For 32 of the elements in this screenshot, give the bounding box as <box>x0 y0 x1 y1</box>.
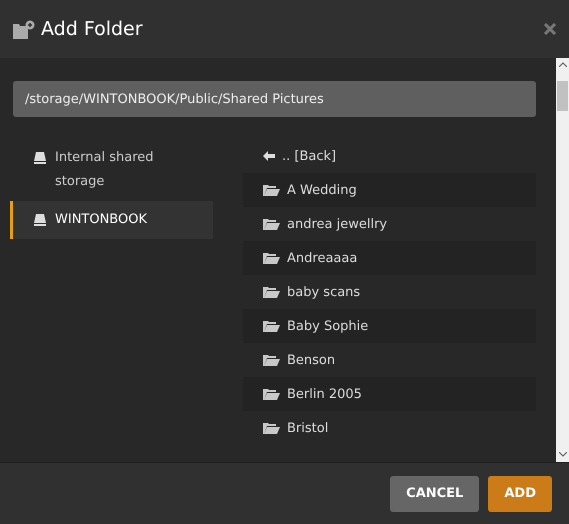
folder-icon <box>263 422 280 434</box>
close-icon <box>544 23 556 35</box>
scroll-thumb[interactable] <box>557 81 568 111</box>
folder-icon <box>263 354 280 366</box>
drive-icon <box>33 213 47 227</box>
location-item[interactable]: Internal shared storage <box>10 139 213 201</box>
drive-icon <box>33 151 47 165</box>
scroll-up-icon <box>558 62 566 67</box>
folder-add-icon <box>13 20 35 38</box>
folder-item[interactable]: Benson <box>243 343 536 377</box>
location-item[interactable]: WINTONBOOK <box>10 201 213 239</box>
folder-item[interactable]: Andreaaaa <box>243 241 536 275</box>
path-field[interactable]: /storage/WINTONBOOK/Public/Shared Pictures <box>13 81 536 117</box>
folder-icon <box>263 320 280 332</box>
folder-item[interactable]: A Wedding <box>243 173 536 207</box>
close-button[interactable] <box>544 23 556 35</box>
window-title: Add Folder <box>41 18 143 40</box>
back-arrow-icon <box>263 151 275 161</box>
folder-item[interactable]: Bristol <box>243 411 536 445</box>
folder-item[interactable]: Baby Sophie <box>243 309 536 343</box>
folder-icon <box>263 218 280 230</box>
back-item[interactable]: .. [Back] <box>243 139 536 173</box>
folder-item[interactable]: andrea jewellry <box>243 207 536 241</box>
scroll-down-icon <box>558 452 566 457</box>
scrollbar[interactable] <box>556 58 569 462</box>
cancel-button[interactable]: CANCEL <box>390 476 480 512</box>
folder-icon <box>263 252 280 264</box>
folder-item[interactable]: Berlin 2005 <box>243 377 536 411</box>
folder-item[interactable]: baby scans <box>243 275 536 309</box>
folder-icon <box>263 184 280 196</box>
folder-icon <box>263 388 280 400</box>
folder-icon <box>263 286 280 298</box>
